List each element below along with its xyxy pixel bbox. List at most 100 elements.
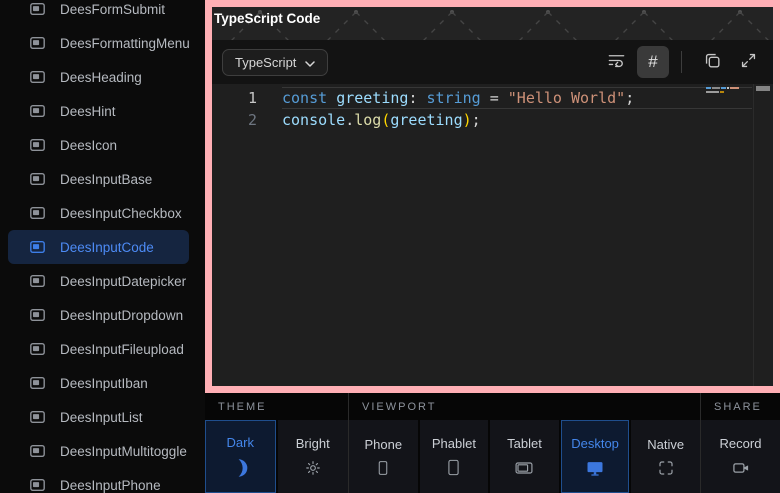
button-label: Bright (296, 436, 330, 451)
component-icon (30, 139, 45, 151)
sidebar-item-DeesIcon[interactable]: DeesIcon (8, 128, 189, 162)
toolbar-section-share: SHARE Record (700, 393, 780, 493)
toolbar-section-theme: THEME Dark Bright (205, 393, 348, 493)
button-label: Dark (227, 435, 254, 450)
line-number: 1 (212, 87, 257, 109)
sidebar: DeesFormSubmit DeesFormattingMenu DeesHead… (0, 0, 205, 493)
component-icon (30, 343, 45, 355)
component-icon (30, 173, 45, 185)
bright-button[interactable]: Bright (278, 420, 349, 493)
record-button[interactable]: Record (701, 420, 780, 493)
sidebar-item-label: DeesFormSubmit (60, 2, 165, 17)
scrollbar[interactable] (753, 84, 773, 386)
copy-icon (703, 51, 722, 73)
sidebar-item-label: DeesHeading (60, 70, 142, 85)
button-label: Record (720, 436, 762, 451)
sidebar-item-DeesHint[interactable]: DeesHint (8, 94, 189, 128)
button-label: Desktop (571, 436, 619, 451)
sidebar-item-label: DeesInputPhone (60, 478, 161, 493)
sidebar-item-DeesInputIban[interactable]: DeesInputIban (8, 366, 189, 400)
bottom-toolbar: THEME Dark Bright VIEWPORT Phone Phablet Table… (205, 393, 780, 493)
sidebar-item-DeesInputFileupload[interactable]: DeesInputFileupload (8, 332, 189, 366)
chevron-down-icon (305, 55, 315, 70)
sidebar-item-label: DeesInputIban (60, 376, 148, 391)
gutter: 12 (212, 87, 282, 386)
section-label: SHARE (701, 393, 780, 420)
component-icon (30, 309, 45, 321)
sidebar-item-label: DeesInputMultitoggle (60, 444, 187, 459)
sidebar-item-DeesInputCheckbox[interactable]: DeesInputCheckbox (8, 196, 189, 230)
code-content[interactable]: const greeting: string = "Hello World";c… (282, 87, 752, 386)
minimap[interactable] (706, 86, 748, 94)
component-icon (30, 105, 45, 117)
component-icon (30, 3, 45, 15)
sun-icon (303, 458, 323, 478)
sidebar-item-DeesInputMultitoggle[interactable]: DeesInputMultitoggle (8, 434, 189, 468)
language-select-label: TypeScript (235, 55, 296, 70)
phone-icon (374, 459, 392, 477)
record-icon (731, 458, 751, 478)
desktop-icon (585, 458, 605, 478)
native-icon (657, 459, 675, 477)
sidebar-item-DeesInputDatepicker[interactable]: DeesInputDatepicker (8, 264, 189, 298)
code-area[interactable]: 12 const greeting: string = "Hello World… (212, 84, 773, 386)
sidebar-item-label: DeesInputDatepicker (60, 274, 186, 289)
dark-button[interactable]: Dark (205, 420, 276, 493)
component-icon (30, 411, 45, 423)
code-editor: TypeScript # 12 const greeting: string =… (212, 40, 773, 386)
sidebar-item-DeesFormSubmit[interactable]: DeesFormSubmit (8, 0, 189, 26)
sidebar-item-label: DeesInputList (60, 410, 143, 425)
language-select[interactable]: TypeScript (222, 49, 328, 76)
toolbar-divider (681, 51, 682, 73)
sidebar-item-label: DeesInputDropdown (60, 308, 183, 323)
expand-icon (739, 51, 758, 73)
word-wrap-button[interactable] (601, 47, 631, 77)
sidebar-item-label: DeesIcon (60, 138, 117, 153)
sidebar-item-DeesInputDropdown[interactable]: DeesInputDropdown (8, 298, 189, 332)
component-icon (30, 207, 45, 219)
component-demo-frame: TypeScript Code TypeScript # 12 const gr… (205, 0, 780, 393)
phablet-icon (444, 458, 463, 477)
button-label: Native (647, 437, 684, 452)
demo-title: TypeScript Code (214, 11, 320, 26)
word-wrap-icon (607, 51, 626, 73)
button-label: Phone (365, 437, 403, 452)
section-label: VIEWPORT (349, 393, 700, 420)
component-icon (30, 37, 45, 49)
code-line: console.log(greeting); (282, 109, 752, 131)
sidebar-item-DeesFormattingMenu[interactable]: DeesFormattingMenu (8, 26, 189, 60)
tablet-button[interactable]: Tablet (490, 420, 559, 493)
section-label: THEME (205, 393, 348, 420)
component-icon (30, 275, 45, 287)
component-icon (30, 71, 45, 83)
scrollbar-thumb[interactable] (756, 86, 770, 91)
sidebar-item-label: DeesHint (60, 104, 116, 119)
sidebar-item-DeesInputPhone[interactable]: DeesInputPhone (8, 468, 189, 493)
component-icon (30, 479, 45, 491)
expand-button[interactable] (733, 47, 763, 77)
sidebar-item-DeesInputList[interactable]: DeesInputList (8, 400, 189, 434)
editor-toolbar: TypeScript # (212, 40, 773, 84)
sidebar-item-label: DeesFormattingMenu (60, 36, 190, 51)
sidebar-item-DeesHeading[interactable]: DeesHeading (8, 60, 189, 94)
sidebar-item-DeesInputCode[interactable]: DeesInputCode (8, 230, 189, 264)
desktop-button[interactable]: Desktop (561, 420, 630, 493)
sidebar-item-label: DeesInputBase (60, 172, 152, 187)
line-numbers-button[interactable]: # (637, 46, 669, 78)
line-number: 2 (212, 109, 257, 131)
sidebar-item-label: DeesInputCode (60, 240, 154, 255)
tablet-icon (514, 458, 534, 478)
app: DeesFormSubmit DeesFormattingMenu DeesHead… (0, 0, 780, 493)
component-icon (30, 377, 45, 389)
button-label: Phablet (432, 436, 476, 451)
phablet-button[interactable]: Phablet (420, 420, 489, 493)
copy-button[interactable] (697, 47, 727, 77)
sidebar-item-label: DeesInputCheckbox (60, 206, 182, 221)
sidebar-item-DeesInputBase[interactable]: DeesInputBase (8, 162, 189, 196)
native-button[interactable]: Native (631, 420, 700, 493)
button-label: Tablet (507, 436, 542, 451)
phone-button[interactable]: Phone (349, 420, 418, 493)
component-icon (30, 445, 45, 457)
sidebar-item-label: DeesInputFileupload (60, 342, 184, 357)
sidebar-list: DeesFormSubmit DeesFormattingMenu DeesHead… (0, 0, 205, 493)
